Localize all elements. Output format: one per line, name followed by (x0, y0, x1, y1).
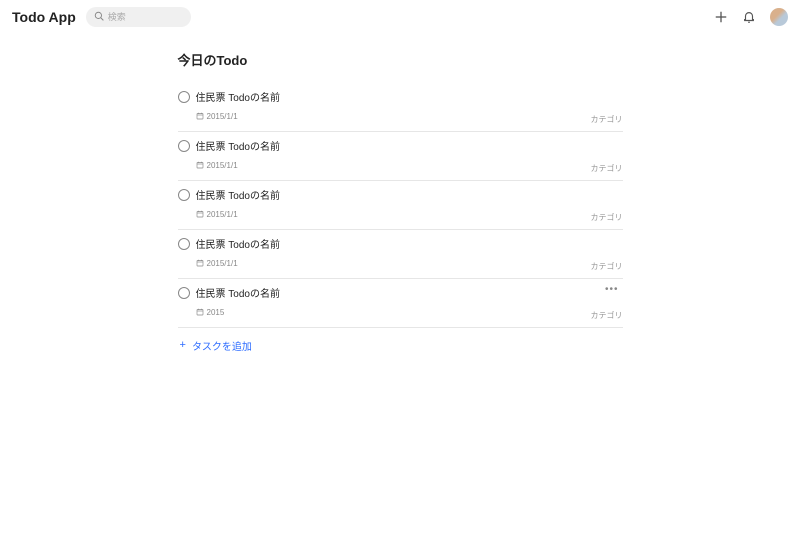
todo-title: 住民票 Todoの名前 (196, 89, 280, 104)
todo-title: 住民票 Todoの名前 (196, 236, 280, 251)
checkbox[interactable] (178, 91, 190, 103)
todo-date: 2015/1/1 (207, 259, 238, 268)
search-input[interactable] (108, 12, 178, 22)
page-title: 今日のTodo (178, 50, 623, 69)
todo-category: カテゴリ (591, 310, 623, 321)
todo-date: 2015/1/1 (207, 161, 238, 170)
topbar: Todo App (0, 2, 800, 32)
todo-category: カテゴリ (591, 212, 623, 223)
checkbox[interactable] (178, 189, 190, 201)
plus-icon: + (180, 340, 186, 351)
checkbox[interactable] (178, 238, 190, 250)
bell-icon[interactable] (742, 10, 756, 24)
todo-item[interactable]: 住民票 Todoの名前 2015/1/1 カテゴリ (178, 230, 623, 279)
calendar-icon (196, 205, 204, 223)
add-task-button[interactable]: + タスクを追加 (178, 338, 623, 353)
todo-item[interactable]: 住民票 Todoの名前 2015/1/1 カテゴリ (178, 132, 623, 181)
todo-item[interactable]: 住民票 Todoの名前 2015 カテゴリ ••• (178, 279, 623, 328)
todo-item[interactable]: 住民票 Todoの名前 2015/1/1 カテゴリ (178, 83, 623, 132)
more-icon[interactable]: ••• (603, 285, 621, 295)
todo-list: 住民票 Todoの名前2015/1/1カテゴリ住民票 Todoの名前2015/1… (178, 83, 623, 328)
main: 今日のTodo 住民票 Todoの名前2015/1/1カテゴリ住民票 Todoの… (178, 50, 623, 353)
todo-date: 2015/1/1 (207, 112, 238, 121)
add-icon[interactable] (714, 10, 728, 24)
avatar[interactable] (770, 8, 788, 26)
app-title: Todo App (12, 9, 76, 25)
calendar-icon (196, 107, 204, 125)
search-icon (94, 8, 104, 26)
todo-date: 2015 (207, 308, 225, 317)
todo-category: カテゴリ (591, 261, 623, 272)
search-box[interactable] (86, 7, 191, 27)
calendar-icon (196, 303, 204, 321)
todo-title: 住民票 Todoの名前 (196, 187, 280, 202)
checkbox[interactable] (178, 140, 190, 152)
todo-title: 住民票 Todoの名前 (196, 285, 280, 300)
todo-category: カテゴリ (591, 114, 623, 125)
checkbox[interactable] (178, 287, 190, 299)
calendar-icon (196, 156, 204, 174)
add-task-label: タスクを追加 (192, 338, 252, 353)
todo-title: 住民票 Todoの名前 (196, 138, 280, 153)
calendar-icon (196, 254, 204, 272)
todo-category: カテゴリ (591, 163, 623, 174)
todo-date: 2015/1/1 (207, 210, 238, 219)
todo-item[interactable]: 住民票 Todoの名前 2015/1/1 カテゴリ (178, 181, 623, 230)
